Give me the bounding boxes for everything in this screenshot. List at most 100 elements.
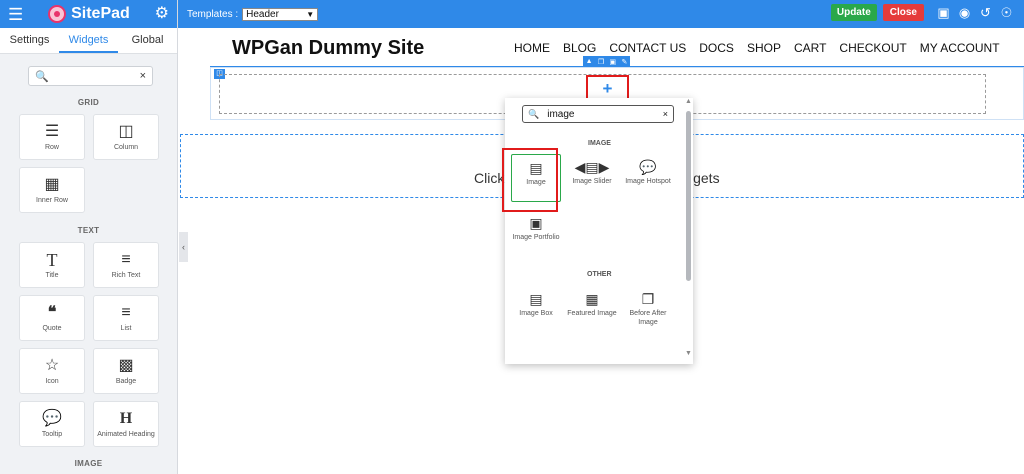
widget-search-input[interactable]: 🔍 × [28, 66, 153, 86]
widget-image-slider[interactable]: ◀▤▶ Image Slider [567, 154, 617, 202]
nav-item-checkout[interactable]: CHECKOUT [839, 41, 906, 55]
widget-label: List [120, 324, 132, 332]
widget-icon[interactable]: ☆ Icon [19, 348, 85, 394]
widget-label: Image Portfolio [512, 234, 560, 241]
duplicate-icon[interactable]: ❐ [598, 58, 604, 66]
nav-item-blog[interactable]: BLOG [563, 41, 596, 55]
templates-select[interactable]: Header ▼ [242, 7, 319, 21]
plus-icon: + [602, 78, 613, 98]
popup-scrollbar[interactable] [686, 111, 691, 281]
widget-grid-text: T Title ≡ Rich Text ❝ Quote ≡ List ☆ Ico… [19, 242, 177, 447]
highlight-image-widget [502, 148, 558, 212]
eye-icon[interactable]: ◉ [957, 5, 972, 20]
site-nav: HOME BLOG CONTACT US DOCS SHOP CART CHEC… [514, 41, 1000, 55]
column-icon: ◫ [118, 122, 134, 140]
history-icon[interactable]: ↺ [978, 5, 993, 20]
widget-label: Row [44, 143, 59, 151]
row-icon: ☰ [44, 122, 60, 140]
nav-item-cart[interactable]: CART [794, 41, 826, 55]
edit-pencil-icon[interactable]: ✎ [621, 58, 627, 66]
widget-before-after-image[interactable]: ❐ Before After Image [623, 286, 673, 334]
widget-quote[interactable]: ❝ Quote [19, 295, 85, 341]
section-label-grid: GRID [77, 98, 100, 107]
widget-label: Before After Image [629, 310, 667, 326]
widget-label: Title [45, 271, 59, 279]
widget-inner-row[interactable]: ▦ Inner Row [19, 167, 85, 213]
table-icon: ▦ [44, 175, 60, 193]
image-slider-icon: ◀▤▶ [574, 159, 610, 175]
widget-animated-heading[interactable]: H Animated Heading [93, 401, 159, 447]
close-button[interactable]: Close [882, 4, 924, 21]
templates-label: Templates : [187, 8, 239, 20]
templates-selected-value: Header [246, 8, 279, 20]
settings-gear-icon[interactable]: ⚙ [155, 6, 169, 22]
widget-label: Image Box [519, 310, 553, 317]
popup-search-input[interactable]: 🔍 image × [522, 105, 674, 123]
star-icon: ☆ [44, 356, 60, 374]
topbar-actions: Update Close ▣ ◉ ↺ ☉ [830, 4, 1014, 21]
nav-item-shop[interactable]: SHOP [747, 41, 781, 55]
row-toolbar: ▲ ❐ ▣ ✎ [583, 56, 630, 67]
sidebar-header: ☰ SitePad ⚙ [0, 0, 177, 28]
briefcase-icon: ▣ [529, 215, 543, 231]
empty-section-hint-right: lgets [690, 170, 720, 186]
update-button[interactable]: Update [830, 4, 877, 21]
clear-search-icon[interactable]: × [140, 70, 146, 82]
brand: SitePad [48, 5, 130, 23]
widget-picker-popup: 🔍 image × IMAGE ▤ Image ◀▤▶ Image Slider… [505, 98, 693, 364]
clear-search-icon[interactable]: × [663, 109, 668, 119]
widget-title[interactable]: T Title [19, 242, 85, 288]
widget-featured-image[interactable]: ▦ Featured Image [567, 286, 617, 334]
move-up-icon[interactable]: ▲ [586, 58, 593, 65]
widget-rich-text[interactable]: ≡ Rich Text [93, 242, 159, 288]
nav-item-contact-us[interactable]: CONTACT US [609, 41, 686, 55]
popup-section-other: OTHER [587, 271, 612, 278]
scroll-down-arrow-icon[interactable]: ▼ [685, 350, 692, 357]
desktop-icon[interactable]: ▣ [936, 5, 951, 20]
widget-image-box[interactable]: ▤ Image Box [511, 286, 561, 334]
site-title[interactable]: WPGan Dummy Site [232, 37, 424, 60]
featured-image-icon: ▦ [585, 291, 599, 307]
align-left-icon: ≡ [121, 250, 131, 268]
hamburger-menu-icon[interactable]: ☰ [8, 6, 23, 23]
section-label-image: IMAGE [74, 459, 103, 468]
section-label-text: TEXT [77, 226, 100, 235]
chevron-down-icon: ▼ [306, 9, 315, 19]
widget-label: Rich Text [111, 271, 141, 279]
search-icon: 🔍 [35, 70, 49, 83]
popup-section-image: IMAGE [588, 140, 611, 147]
popup-search-value: image [547, 108, 575, 120]
widget-label: Animated Heading [97, 430, 155, 438]
sidebar-tabs: Settings Widgets Global [0, 28, 177, 54]
widget-tooltip[interactable]: 💬 Tooltip [19, 401, 85, 447]
widget-badge[interactable]: ▩ Badge [93, 348, 159, 394]
tab-global[interactable]: Global [118, 28, 177, 53]
nav-item-my-account[interactable]: MY ACCOUNT [920, 41, 1000, 55]
widget-column[interactable]: ◫ Column [93, 114, 159, 160]
image-box-icon: ▤ [529, 291, 543, 307]
widget-label: Tooltip [41, 430, 63, 438]
sidebar: ☰ SitePad ⚙ Settings Widgets Global 🔍 × … [0, 0, 178, 474]
search-icon: 🔍 [528, 108, 540, 119]
tab-settings[interactable]: Settings [0, 28, 59, 53]
widget-label: Featured Image [567, 310, 617, 317]
title-t-icon: T [46, 249, 58, 270]
widget-row[interactable]: ☰ Row [19, 114, 85, 160]
widget-image-hotspot[interactable]: 💬 Image Hotspot [623, 154, 673, 202]
nav-item-home[interactable]: HOME [514, 41, 550, 55]
widget-grid-grid: ☰ Row ◫ Column ▦ Inner Row [19, 114, 177, 213]
scroll-up-arrow-icon[interactable]: ▲ [685, 98, 692, 105]
delete-icon[interactable]: ▣ [610, 58, 617, 66]
editor-canvas: WPGan Dummy Site HOME BLOG CONTACT US DO… [180, 28, 1024, 474]
heading-h-icon: H [119, 409, 133, 427]
widget-label: Image Hotspot [625, 178, 671, 185]
widget-list[interactable]: ≡ List [93, 295, 159, 341]
sitemap-icon[interactable]: ☉ [999, 5, 1014, 20]
comment-icon: 💬 [42, 409, 62, 427]
quote-icon: ❝ [47, 303, 57, 321]
widget-image-portfolio[interactable]: ▣ Image Portfolio [511, 210, 561, 258]
nav-item-docs[interactable]: DOCS [699, 41, 734, 55]
tab-widgets[interactable]: Widgets [59, 28, 118, 53]
collapse-sidebar-handle[interactable]: ‹ [179, 232, 188, 262]
sitepad-editor: ☰ SitePad ⚙ Settings Widgets Global 🔍 × … [0, 0, 1024, 474]
